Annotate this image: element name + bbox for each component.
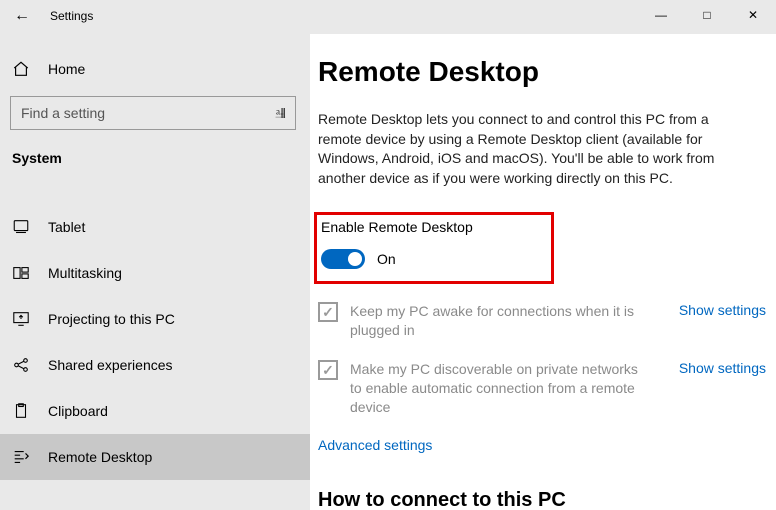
sidebar-item-multitasking[interactable]: Multitasking [0, 250, 310, 296]
keep-awake-label: Keep my PC awake for connections when it… [350, 302, 650, 340]
sidebar-item-label: Tablet [48, 219, 85, 235]
page-intro: Remote Desktop lets you connect to and c… [318, 110, 748, 188]
sidebar-item-shared-experiences[interactable]: Shared experiences [0, 342, 310, 388]
sidebar-item-label: Remote Desktop [48, 449, 152, 465]
remote-desktop-icon [12, 448, 30, 466]
page-title: Remote Desktop [318, 56, 766, 88]
show-settings-link-1[interactable]: Show settings [663, 302, 766, 318]
enable-remote-desktop-label: Enable Remote Desktop [317, 219, 541, 235]
projecting-icon [12, 310, 30, 328]
sidebar-item-label: Projecting to this PC [48, 311, 175, 327]
toggle-state-label: On [377, 251, 396, 267]
search-icon: ǁ [280, 105, 286, 121]
minimize-button[interactable]: — [638, 0, 684, 30]
discoverable-label: Make my PC discoverable on private netwo… [350, 360, 650, 417]
highlight-box: Enable Remote Desktop On [314, 212, 554, 284]
discoverable-checkbox[interactable]: ✓ [318, 360, 338, 380]
home-label: Home [48, 61, 85, 77]
sidebar: Home 𪷝︎ ǁ  ⎁ ǁ System Tablet [0, 34, 310, 510]
close-button[interactable]: ✕ [730, 0, 776, 30]
sidebar-item-clipboard[interactable]: Clipboard [0, 388, 310, 434]
enable-remote-desktop-toggle[interactable] [321, 249, 365, 269]
home-nav[interactable]: Home [0, 54, 310, 78]
toggle-knob [348, 252, 362, 266]
app-title: Settings [50, 9, 93, 23]
how-to-connect-heading: How to connect to this PC [318, 489, 766, 510]
multitasking-icon [12, 264, 30, 282]
sidebar-item-label: Shared experiences [48, 357, 173, 373]
tablet-icon [12, 218, 30, 236]
sidebar-item-label: Clipboard [48, 403, 108, 419]
show-settings-link-2[interactable]: Show settings [663, 360, 766, 376]
sidebar-item-tablet[interactable]: Tablet [0, 204, 310, 250]
back-icon[interactable]: ← [14, 7, 30, 25]
sidebar-item-label: Multitasking [48, 265, 122, 281]
keep-awake-checkbox[interactable]: ✓ [318, 302, 338, 322]
category-label: System [12, 150, 296, 166]
content-pane: Remote Desktop Remote Desktop lets you c… [310, 34, 776, 510]
search-input[interactable] [10, 96, 296, 130]
maximize-button[interactable]: □ [684, 0, 730, 30]
home-icon [12, 60, 30, 78]
advanced-settings-link[interactable]: Advanced settings [318, 437, 432, 453]
clipboard-icon [12, 402, 30, 420]
shared-icon [12, 356, 30, 374]
sidebar-item-remote-desktop[interactable]: Remote Desktop [0, 434, 310, 480]
sidebar-item-projecting[interactable]: Projecting to this PC [0, 296, 310, 342]
